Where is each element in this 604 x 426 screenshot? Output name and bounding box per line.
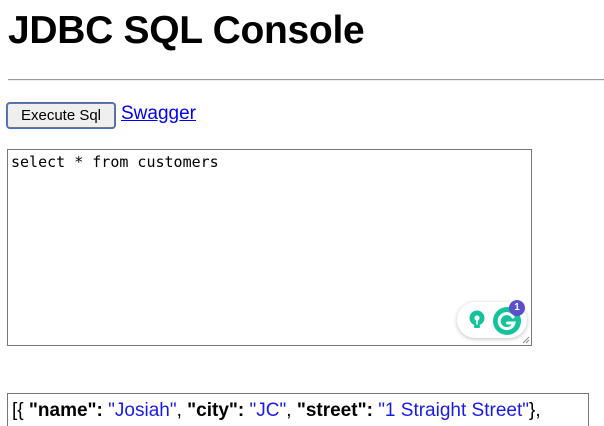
- json-value: "JC": [249, 400, 287, 421]
- execute-sql-button[interactable]: Execute Sql: [7, 103, 115, 128]
- lightbulb-icon[interactable]: [466, 309, 488, 331]
- page-title: JDBC SQL Console: [8, 9, 365, 52]
- swagger-link[interactable]: Swagger: [121, 102, 196, 126]
- sql-editor-container: select * from customers: [7, 149, 532, 346]
- json-open-bracket: [{: [12, 400, 24, 421]
- json-key: "name":: [28, 400, 103, 421]
- json-fields: "name": "Josiah", "city": "JC", "street"…: [29, 400, 541, 421]
- json-value: "Josiah": [108, 400, 177, 421]
- resize-grip-icon[interactable]: [522, 336, 530, 344]
- json-value: "1 Straight Street": [378, 400, 529, 421]
- writing-assistant-widget[interactable]: 1: [457, 300, 527, 338]
- sql-query-input[interactable]: select * from customers: [7, 149, 532, 346]
- json-separator: ,: [286, 400, 292, 421]
- notification-badge: 1: [509, 300, 525, 316]
- json-separator: ,: [176, 400, 182, 421]
- sql-console-page: JDBC SQL Console Execute Sql Swagger sel…: [0, 0, 604, 426]
- json-key: "street":: [296, 400, 373, 421]
- json-separator: },: [528, 400, 541, 421]
- query-result-output: [{ "name": "Josiah", "city": "JC", "stre…: [7, 393, 589, 426]
- header-divider: [8, 79, 604, 81]
- json-key: "city":: [187, 400, 245, 421]
